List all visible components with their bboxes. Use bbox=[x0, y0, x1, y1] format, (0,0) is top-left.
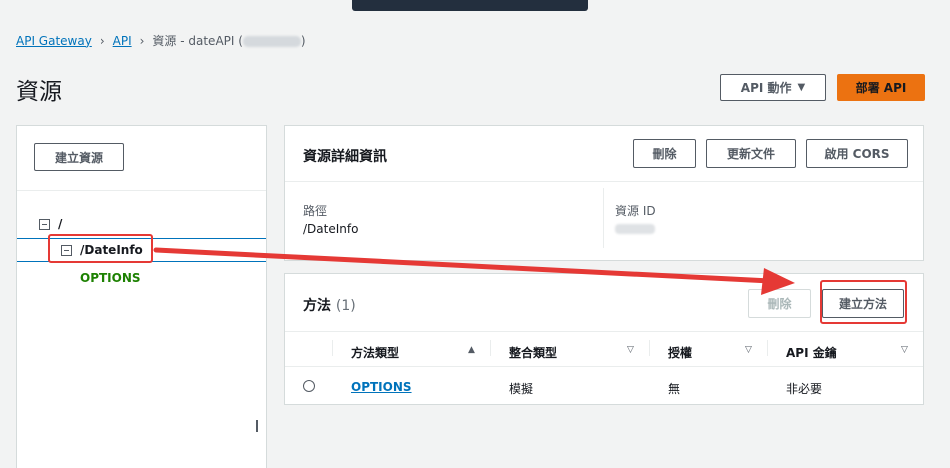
authorization-cell: 無 bbox=[668, 382, 681, 396]
column-header-api-key[interactable]: API 金鑰 bbox=[786, 344, 837, 361]
methods-title-text: 方法 bbox=[303, 298, 331, 314]
tree-method-options[interactable]: OPTIONS bbox=[80, 271, 141, 285]
sort-icon[interactable]: ▽ bbox=[745, 345, 752, 355]
chevron-right-icon: › bbox=[139, 33, 145, 48]
api-key-cell: 非必要 bbox=[786, 382, 823, 396]
collapse-icon[interactable] bbox=[39, 218, 50, 230]
redacted-api-id bbox=[242, 36, 301, 47]
breadcrumb-api-gateway[interactable]: API Gateway bbox=[16, 34, 92, 48]
col-sep bbox=[490, 340, 491, 356]
breadcrumb: API Gateway › API › 資源 - dateAPI () bbox=[16, 32, 306, 49]
table-header-divider bbox=[285, 366, 923, 367]
path-value: /DateInfo bbox=[303, 222, 359, 236]
deploy-api-button[interactable]: 部署 API bbox=[837, 74, 925, 101]
resource-details-card: 資源詳細資訊 刪除 更新文件 啟用 CORS 路徑 /DateInfo 資源 I… bbox=[284, 125, 924, 261]
caret-down-icon: ▼ bbox=[797, 82, 806, 93]
delete-resource-button[interactable]: 刪除 bbox=[633, 139, 696, 168]
api-actions-button[interactable]: API 動作 ▼ bbox=[720, 74, 826, 101]
panel-divider bbox=[17, 190, 266, 191]
api-actions-label: API 動作 bbox=[740, 81, 792, 95]
sort-icon[interactable]: ▽ bbox=[627, 345, 634, 355]
tree-item-root-label: / bbox=[58, 217, 63, 231]
sort-icon[interactable]: ▽ bbox=[901, 345, 908, 355]
sort-ascending-icon[interactable]: ▲ bbox=[468, 345, 475, 355]
path-label: 路徑 bbox=[303, 204, 328, 218]
col-sep bbox=[767, 340, 768, 356]
redacted-resource-id bbox=[615, 224, 655, 234]
tree-item-root[interactable]: / bbox=[39, 217, 62, 231]
col-sep bbox=[332, 340, 333, 356]
column-header-method-type[interactable]: 方法類型 bbox=[351, 344, 399, 361]
breadcrumb-current: 資源 - dateAPI () bbox=[152, 34, 306, 48]
column-header-integration-type[interactable]: 整合類型 bbox=[509, 344, 557, 361]
row-select-radio[interactable] bbox=[303, 380, 315, 392]
resize-handle[interactable] bbox=[256, 420, 258, 432]
integration-type-cell: 模擬 bbox=[509, 382, 534, 396]
methods-count: (1) bbox=[335, 298, 356, 314]
delete-method-button[interactable]: 刪除 bbox=[748, 289, 811, 318]
update-docs-button[interactable]: 更新文件 bbox=[706, 139, 796, 168]
methods-title: 方法 (1) bbox=[303, 295, 356, 315]
resource-details-title: 資源詳細資訊 bbox=[303, 149, 387, 165]
column-divider bbox=[603, 188, 604, 248]
table-top-divider bbox=[285, 331, 923, 332]
annotation-box-create-method bbox=[820, 280, 907, 324]
method-link-options[interactable]: OPTIONS bbox=[351, 380, 412, 394]
enable-cors-button[interactable]: 啟用 CORS bbox=[806, 139, 908, 168]
col-sep bbox=[649, 340, 650, 356]
page-title: 資源 bbox=[16, 79, 62, 105]
resource-id-label: 資源 ID bbox=[615, 204, 656, 218]
column-header-authorization[interactable]: 授權 bbox=[668, 344, 692, 361]
chevron-right-icon: › bbox=[99, 33, 105, 48]
resources-tree-panel: 建立資源 / /DateInfo OPTIONS bbox=[16, 125, 267, 468]
create-resource-button[interactable]: 建立資源 bbox=[34, 143, 124, 171]
top-toolbar bbox=[352, 0, 588, 11]
breadcrumb-api[interactable]: API bbox=[113, 34, 132, 48]
card-divider bbox=[285, 181, 923, 182]
annotation-box-dateinfo bbox=[48, 234, 153, 263]
